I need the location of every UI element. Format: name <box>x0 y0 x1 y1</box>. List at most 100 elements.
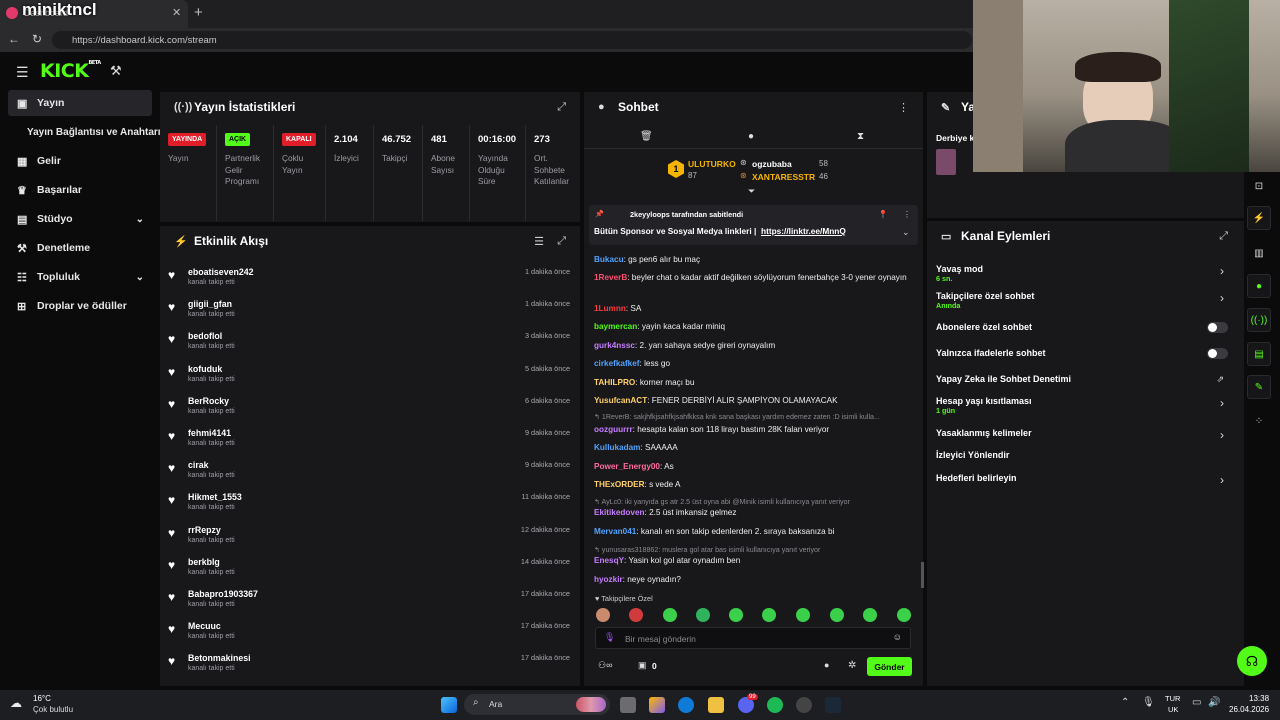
spotify-icon[interactable] <box>767 697 783 713</box>
weather-text[interactable]: Çok bulutlu <box>33 705 73 714</box>
activity-row[interactable]: ♥ kofuduk kanalı takip etti 5 dakika önce <box>160 361 580 393</box>
emote-icon[interactable] <box>863 608 877 622</box>
lang-top[interactable]: TUR <box>1165 694 1180 703</box>
chevron-right-icon[interactable]: › <box>1220 428 1224 442</box>
activity-row[interactable]: ♥ eboatiseven242 kanalı takip etti 1 dakika… <box>160 264 580 296</box>
chat-message[interactable]: baymercan: yayin kaca kadar miniq <box>594 321 912 333</box>
activity-user[interactable]: BerRocky <box>188 396 229 406</box>
rail-wrench-icon[interactable]: ✎ <box>1247 375 1271 399</box>
chat-username[interactable]: Ekitikedoven <box>594 508 645 517</box>
monitor-icon[interactable]: ▭ <box>1192 697 1201 708</box>
back-icon[interactable]: ← <box>8 32 20 46</box>
chevron-right-icon[interactable]: › <box>1220 264 1224 278</box>
task-view-icon[interactable] <box>620 697 636 713</box>
toggle-switch[interactable] <box>1207 348 1228 359</box>
chat-message[interactable]: THExORDER: s vede A <box>594 479 912 491</box>
support-headset-icon[interactable]: ☊ <box>1237 646 1267 676</box>
channel-action-row[interactable]: Yavaş mod 6 sn. › <box>936 264 1228 288</box>
hammer-icon[interactable]: ⚒ <box>110 63 122 79</box>
rail-list-icon[interactable]: ▤ <box>1247 342 1271 366</box>
chat-message[interactable]: hyozkir: neye oynadın? <box>594 574 912 586</box>
activity-user[interactable]: Betonmakinesi <box>188 653 251 663</box>
chat-message[interactable]: Ekitikedoven: 2.5 üst imkansiz gelmez <box>594 507 912 519</box>
chevron-right-icon[interactable]: › <box>1220 291 1224 305</box>
tab-close-icon[interactable]: ✕ <box>172 6 181 19</box>
pinned-message[interactable]: 📌 2keyyloops tarafından sabitlendi 📍 ⋮ B… <box>589 205 918 245</box>
sidebar-item-topluluk[interactable]: ☷ Topluluk ⌄ <box>8 264 152 290</box>
chat-message[interactable]: gurk4nssc: 2. yarı sahaya sedye gireri o… <box>594 340 912 352</box>
chat-message[interactable]: Kullukadam: SAAAAA <box>594 442 912 454</box>
activity-user[interactable]: bedoflol <box>188 331 222 341</box>
chat-bubble-icon[interactable]: ● <box>824 660 829 670</box>
activity-row[interactable]: ♥ cirak kanalı takip etti 9 dakika önce <box>160 457 580 489</box>
weather-temp[interactable]: 16°C <box>33 694 51 703</box>
emote-icon[interactable] <box>696 608 710 622</box>
trash-icon[interactable]: 🗑 <box>640 131 653 142</box>
sidebar-item-denetleme[interactable]: ⚒ Denetleme <box>8 235 152 261</box>
chat-username[interactable]: YusufcanACT <box>594 396 647 405</box>
clock-date[interactable]: 26.04.2026 <box>1229 705 1269 714</box>
emote-icon[interactable] <box>897 608 911 622</box>
chat-message[interactable]: 1Lumnn: SA <box>594 303 912 315</box>
activity-row[interactable]: ♥ bedoflol kanalı takip etti 3 dakika önce <box>160 328 580 360</box>
lang-bottom[interactable]: UK <box>1168 705 1178 714</box>
rail-more-icon[interactable]: ⁘ <box>1247 409 1271 433</box>
emote-icon[interactable] <box>830 608 844 622</box>
chat-username[interactable]: Power_Energy00 <box>594 462 660 471</box>
send-button[interactable]: Gönder <box>867 657 912 676</box>
mic-icon[interactable]: 🎙 <box>1142 697 1155 708</box>
activity-user[interactable]: Hikmet_1553 <box>188 492 242 502</box>
chat-message[interactable]: EnesqY: Yasin kol gol atar oynadım ben <box>594 555 912 567</box>
expand-icon[interactable]: ⤢ <box>557 101 566 114</box>
sidebar-item-droplar[interactable]: ⊞ Droplar ve ödüller <box>8 293 152 319</box>
clock-time[interactable]: 13:38 <box>1249 694 1269 703</box>
channel-action-row[interactable]: Hesap yaşı kısıtlaması 1 gün › <box>936 396 1228 420</box>
rail-notes-icon[interactable]: ▥ <box>1247 241 1271 265</box>
channel-action-row[interactable]: Yalnızca ifadelerle sohbet <box>936 348 1228 372</box>
activity-row[interactable]: ♥ BerRocky kanalı takip etti 6 dakika önce <box>160 393 580 425</box>
chat-scrollbar[interactable] <box>921 562 924 588</box>
edge-icon[interactable] <box>678 697 694 713</box>
activity-user[interactable]: eboatiseven242 <box>188 267 254 277</box>
sidebar-item-studyo[interactable]: ▤ Stüdyo ⌄ <box>8 206 152 232</box>
chat-username[interactable]: oozguurrr <box>594 425 633 434</box>
windows-start-icon[interactable] <box>441 697 457 713</box>
sidebar-item-gelir[interactable]: ▦ Gelir <box>8 148 152 174</box>
emote-icon[interactable] <box>729 608 743 622</box>
activity-user[interactable]: Babapro1903367 <box>188 589 258 599</box>
chat-username[interactable]: hyozkir <box>594 575 623 584</box>
chat-message[interactable]: oozguurrr: hesapta kalan son 118 lirayı … <box>594 424 912 436</box>
settings-icon[interactable]: ✲ <box>848 660 856 671</box>
activity-row[interactable]: ♥ Betonmakinesi kanalı takip etti 17 dakika… <box>160 650 580 682</box>
activity-row[interactable]: ♥ rrRepzy kanalı takip etti 12 dakika önce <box>160 522 580 554</box>
chevron-right-icon[interactable]: › <box>1220 473 1224 487</box>
emote-icon[interactable] <box>596 608 610 622</box>
chat-message[interactable]: cirkefkafkef: less go <box>594 358 912 370</box>
chat-username[interactable]: 1Lumnn <box>594 304 626 313</box>
pinned-link[interactable]: https://linktr.ee/MnnQ <box>761 226 846 236</box>
emote-icon[interactable] <box>796 608 810 622</box>
rail-chat-icon[interactable]: ● <box>1247 274 1271 298</box>
activity-user[interactable]: berkblg <box>188 557 220 567</box>
reload-icon[interactable]: ↻ <box>32 32 42 46</box>
chat-username[interactable]: 1ReverB <box>594 273 627 282</box>
chat-message[interactable]: 1ReverB: beyler chat o kadar aktif değil… <box>594 272 912 284</box>
kick-logo[interactable]: KICKBETA <box>40 60 101 82</box>
rail-camera-icon[interactable]: ⊡ <box>1247 174 1271 198</box>
activity-user[interactable]: rrRepzy <box>188 525 221 535</box>
chat-username[interactable]: cirkefkafkef <box>594 359 640 368</box>
sidebar-item-stream-key[interactable]: Yayın Bağlantısı ve Anahtarı <box>18 119 162 145</box>
obs-icon[interactable] <box>796 697 812 713</box>
taskbar-search[interactable]: ⌕ Ara <box>464 694 610 715</box>
chat-username[interactable]: Kullukadam <box>594 443 640 452</box>
chat-reply-context[interactable]: ↰ AyLc0: iki yanyıda gs atr 2.5 üst oyna… <box>594 497 850 506</box>
menu-icon[interactable]: ☰ <box>16 64 29 81</box>
toggle-switch[interactable] <box>1207 322 1228 333</box>
chat-message[interactable]: Bukacu: gs pen6 alır bu maç <box>594 254 912 266</box>
activity-user[interactable]: giigii_gfan <box>188 299 232 309</box>
filter-icon[interactable]: ☰ <box>534 235 544 248</box>
chat-message[interactable]: YusufcanACT: FENER DERBİYİ ALIR ŞAMPİYON… <box>594 395 912 407</box>
chat-message[interactable]: TAHILPRO: korner maçı bu <box>594 377 912 389</box>
chat-username[interactable]: Mervan041 <box>594 527 636 536</box>
activity-user[interactable]: kofuduk <box>188 364 222 374</box>
